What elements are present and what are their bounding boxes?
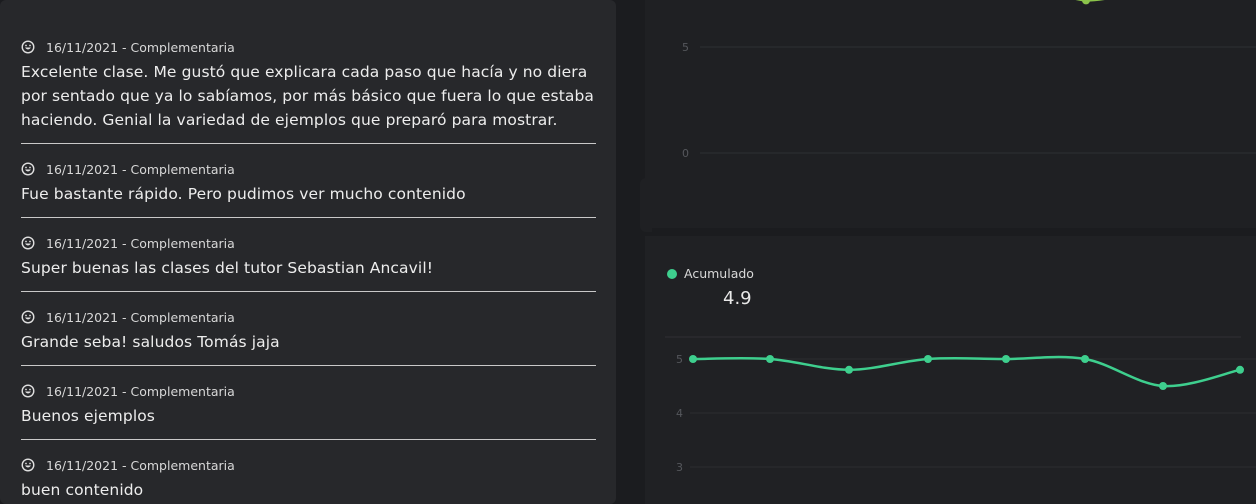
comment-item: 16/11/2021 - Complementaria buen contenid… xyxy=(21,456,596,502)
data-point xyxy=(1081,355,1089,363)
comment-text: Excelente clase. Me gustó que explicara … xyxy=(21,63,595,129)
y-tick-label: 4 xyxy=(676,407,683,420)
comment-date: 16/11/2021 - Complementaria xyxy=(46,39,235,55)
comment-divider xyxy=(21,365,596,366)
comment-item: 16/11/2021 - Complementaria Grande seba! … xyxy=(21,308,596,354)
comment-date: 16/11/2021 - Complementaria xyxy=(46,309,235,325)
y-tick-label: 5 xyxy=(676,353,683,366)
comment-text: Grande seba! saludos Tomás jaja xyxy=(21,333,280,351)
smile-icon xyxy=(21,236,35,250)
data-point xyxy=(1002,355,1010,363)
comment-divider xyxy=(21,439,596,440)
comment-meta: 16/11/2021 - Complementaria xyxy=(21,234,596,252)
comment-text: Fue bastante rápido. Pero pudimos ver mu… xyxy=(21,185,466,203)
comment-text: Super buenas las clases del tutor Sebast… xyxy=(21,259,434,277)
rating-chart-top: 50 xyxy=(645,0,1256,228)
data-point xyxy=(845,365,853,374)
comment-item: 16/11/2021 - Complementaria Super buenas … xyxy=(21,234,596,280)
accumulated-chart: Acumulado 4.9 543 xyxy=(645,236,1256,504)
smile-icon xyxy=(21,310,35,324)
series-line xyxy=(692,355,1241,388)
comment-meta: 16/11/2021 - Complementaria xyxy=(21,456,596,474)
y-tick-label: 3 xyxy=(676,461,683,474)
data-point xyxy=(689,355,697,363)
y-tick-label: 5 xyxy=(682,41,689,54)
comment-meta: 16/11/2021 - Complementaria xyxy=(21,160,596,178)
data-point xyxy=(1236,365,1244,374)
smile-icon xyxy=(21,458,35,472)
data-point xyxy=(1159,382,1167,390)
comments-panel: 16/11/2021 - Complementaria Excelente cla… xyxy=(0,0,616,504)
comment-item: 16/11/2021 - Complementaria Excelente cla… xyxy=(21,38,596,132)
comment-text: Buenos ejemplos xyxy=(21,407,155,425)
data-point xyxy=(766,355,774,363)
smile-icon xyxy=(21,384,35,398)
comment-divider xyxy=(21,291,596,292)
bottom-line-chart: 5 4 3 xyxy=(665,336,1256,474)
y-tick-label: 0 xyxy=(682,147,689,160)
comment-meta: 16/11/2021 - Complementaria xyxy=(21,308,596,326)
comment-divider xyxy=(21,143,596,144)
comment-date: 16/11/2021 - Complementaria xyxy=(46,457,235,473)
top-line-chart: 50 xyxy=(682,0,1256,160)
smile-icon xyxy=(21,40,35,54)
comment-date: 16/11/2021 - Complementaria xyxy=(46,161,235,177)
comment-item: 16/11/2021 - Complementaria Buenos ejempl… xyxy=(21,382,596,428)
comment-date: 16/11/2021 - Complementaria xyxy=(46,383,235,399)
data-point xyxy=(1082,0,1090,5)
comment-meta: 16/11/2021 - Complementaria xyxy=(21,38,596,56)
comment-text: buen contenido xyxy=(21,481,144,499)
comment-date: 16/11/2021 - Complementaria xyxy=(46,235,235,251)
comment-divider xyxy=(21,217,596,218)
smile-icon xyxy=(21,162,35,176)
data-point xyxy=(924,355,932,363)
comment-meta: 16/11/2021 - Complementaria xyxy=(21,382,596,400)
comment-item: 16/11/2021 - Complementaria Fue bastante … xyxy=(21,160,596,206)
charts-panel: 50 Acumulado 4.9 543 xyxy=(645,0,1256,504)
